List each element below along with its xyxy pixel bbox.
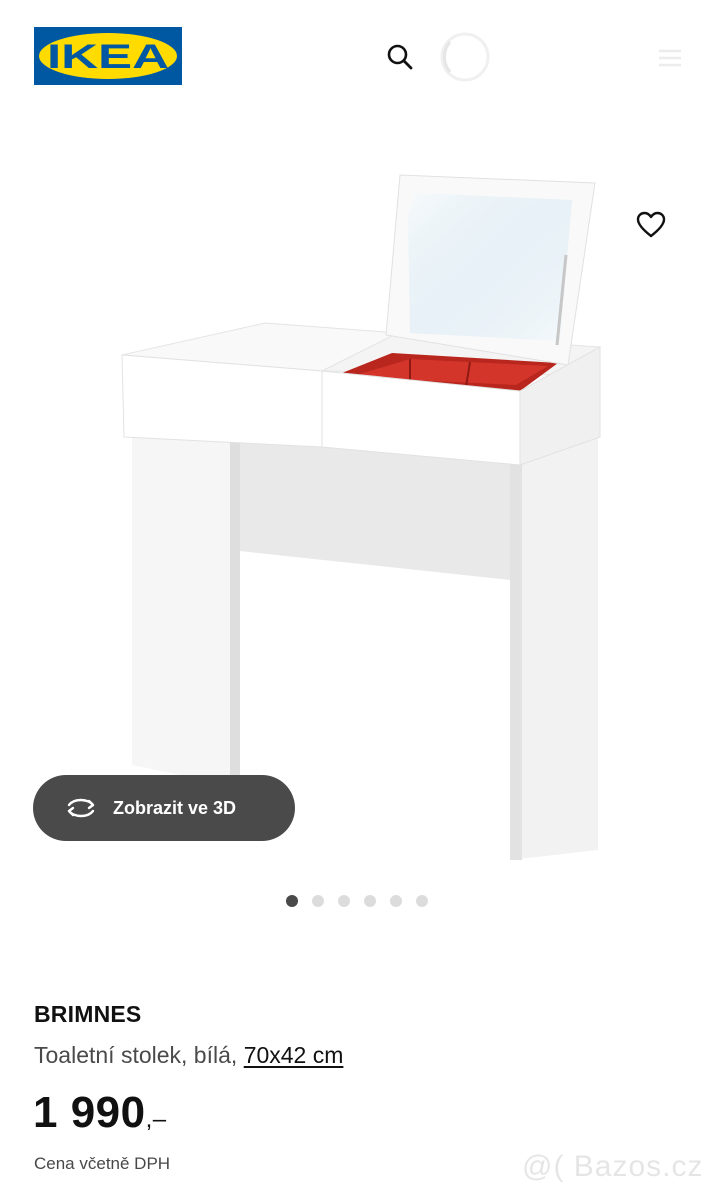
product-price: 1 990,– <box>33 1088 167 1138</box>
pagination-dot[interactable] <box>338 895 350 907</box>
image-pagination <box>286 895 428 907</box>
view-3d-label: Zobrazit ve 3D <box>113 797 237 818</box>
profile-icon <box>440 32 490 82</box>
logo-text: IKEA <box>47 38 169 76</box>
menu-icon <box>659 49 681 67</box>
rotate-icon <box>67 798 95 818</box>
pagination-dot[interactable] <box>390 895 402 907</box>
pagination-dot[interactable] <box>312 895 324 907</box>
product-name: BRIMNES <box>34 1001 142 1027</box>
product-description-text: Toaletní stolek, bílá, <box>34 1042 244 1068</box>
pagination-dot[interactable] <box>364 895 376 907</box>
favorite-button[interactable] <box>628 202 674 248</box>
search-button[interactable] <box>378 35 422 79</box>
product-image[interactable] <box>110 165 620 875</box>
menu-button[interactable] <box>652 40 688 76</box>
price-suffix: ,– <box>145 1106 167 1133</box>
pagination-dot[interactable] <box>286 895 298 907</box>
vat-note: Cena včetně DPH <box>34 1154 171 1173</box>
ikea-logo[interactable]: IKEA <box>34 27 182 85</box>
heart-icon <box>636 211 666 238</box>
profile-button[interactable] <box>438 30 492 84</box>
dimensions-link[interactable]: 70x42 cm <box>244 1042 344 1068</box>
watermark: @( Bazos.cz <box>522 1150 704 1183</box>
view-3d-button[interactable]: Zobrazit ve 3D <box>33 775 295 841</box>
search-icon <box>387 44 413 70</box>
pagination-dot[interactable] <box>416 895 428 907</box>
price-main: 1 990 <box>33 1088 146 1137</box>
product-description: Toaletní stolek, bílá, 70x42 cm <box>34 1042 343 1069</box>
